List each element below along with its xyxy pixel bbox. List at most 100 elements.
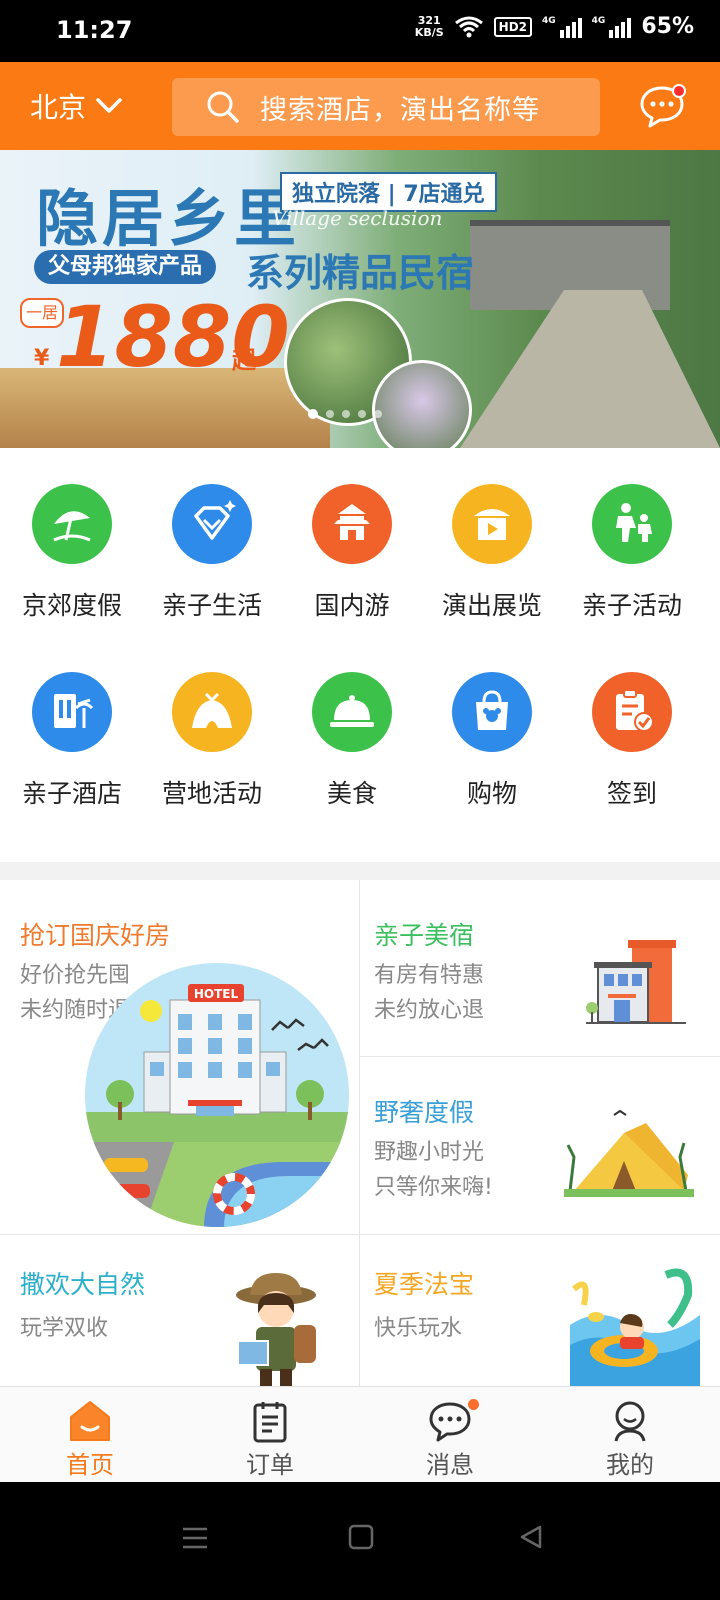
signal-2-icon: 4G	[592, 16, 632, 38]
top-bar: 北京 搜索酒店，演出名称等	[0, 62, 720, 150]
feature-subtitle-1: 玩学双收	[20, 1316, 109, 1341]
category-label: 亲子生活	[161, 591, 262, 620]
category-item[interactable]: 演出展览	[422, 484, 562, 622]
category-grid: 京郊度假 亲子生活 国内游 演出展览 亲子活动 亲子酒店 营地活动 美食 购物 …	[0, 448, 720, 862]
category-item[interactable]: 营地活动	[142, 672, 282, 810]
search-input[interactable]: 搜索酒店，演出名称等	[172, 78, 600, 136]
category-item[interactable]: 亲子酒店	[2, 672, 142, 810]
order-list-icon	[253, 1402, 287, 1443]
banner-pill: 父母邦独家产品	[34, 250, 217, 284]
message-icon	[429, 1402, 471, 1442]
temple-icon	[312, 484, 392, 564]
hotel-illustration: HOTEL	[85, 963, 349, 1227]
food-cloche-icon	[312, 672, 392, 752]
category-label: 亲子活动	[581, 591, 682, 620]
unread-badge	[468, 1399, 479, 1410]
city-selector[interactable]: 北京	[30, 86, 122, 126]
menu-icon[interactable]	[182, 1526, 208, 1550]
tab-label: 首页	[66, 1451, 114, 1479]
sun-decoration	[140, 1000, 162, 1022]
banner-stone-path	[460, 290, 720, 448]
network-speed-unit: KB/S	[414, 25, 444, 39]
bottom-tab-bar: 首页 订单 消息 我的	[0, 1386, 720, 1482]
status-bar: 11:27 321 KB/S HD2 4G 4G 65%	[0, 0, 720, 62]
category-item[interactable]: 京郊度假	[2, 484, 142, 622]
category-item[interactable]: 签到	[562, 672, 702, 810]
tab-label: 消息	[426, 1451, 474, 1479]
category-item[interactable]: 购物	[422, 672, 562, 810]
status-indicators: 321 KB/S HD2 4G 4G 65%	[415, 14, 694, 39]
feature-subtitle-1: 快乐玩水	[374, 1316, 463, 1341]
profile-icon	[614, 1401, 646, 1442]
beach-umbrella-icon	[32, 484, 112, 564]
feature-subtitle-2: 未约放心退	[374, 998, 485, 1023]
tab-label: 订单	[246, 1451, 294, 1479]
banner-currency: ¥	[34, 346, 50, 371]
battery-level: 65%	[641, 14, 694, 39]
hd-badge: HD2	[493, 16, 533, 37]
swim-illustration	[570, 1268, 700, 1386]
category-label: 演出展览	[441, 591, 542, 620]
banner-dot[interactable]	[326, 410, 334, 418]
chat-message-icon[interactable]	[638, 82, 686, 130]
feature-title: 夏季法宝	[374, 1270, 475, 1299]
feature-card-family-stay[interactable]: 亲子美宿 有房有特惠 未约放心退	[360, 880, 720, 1056]
banner-pagination	[308, 409, 382, 419]
diamond-icon	[172, 484, 252, 564]
banner-price-suffix: 起	[232, 346, 256, 374]
tab-home[interactable]: 首页	[30, 1395, 150, 1480]
category-item[interactable]: 美食	[282, 672, 422, 810]
status-time: 11:27	[56, 16, 133, 44]
category-item[interactable]: 亲子生活	[142, 484, 282, 622]
back-triangle-icon[interactable]	[518, 1524, 544, 1550]
feature-card-nature[interactable]: 撒欢大自然 玩学双收	[0, 1235, 359, 1386]
category-item[interactable]: 国内游	[282, 484, 422, 622]
banner-dot[interactable]	[308, 409, 318, 419]
feature-subtitle-1: 野趣小时光	[374, 1140, 485, 1165]
category-label: 京郊度假	[21, 591, 122, 620]
network-speed-value: 321	[417, 13, 441, 27]
feature-card-summer[interactable]: 夏季法宝 快乐玩水	[360, 1235, 720, 1386]
banner-photo-swing	[372, 360, 472, 448]
explorer-illustration	[236, 1273, 316, 1386]
category-label: 国内游	[314, 591, 390, 620]
banner-dot[interactable]	[358, 410, 366, 418]
shopping-bag-icon	[452, 672, 532, 752]
category-label: 亲子酒店	[21, 779, 122, 808]
tent-illustration	[564, 1109, 694, 1197]
category-label: 营地活动	[161, 779, 262, 808]
banner-english: Village seclusion	[272, 206, 443, 230]
category-label: 美食	[326, 779, 377, 808]
home-square-icon[interactable]	[348, 1524, 374, 1550]
banner-dot[interactable]	[374, 410, 382, 418]
category-label: 签到	[606, 779, 657, 808]
building-illustration	[586, 940, 686, 1024]
category-item[interactable]: 亲子活动	[562, 484, 702, 622]
tab-label: 我的	[606, 1451, 654, 1479]
feature-title: 抢订国庆好房	[20, 921, 171, 950]
system-navigation-bar	[0, 1482, 720, 1600]
svg-text:HOTEL: HOTEL	[194, 987, 239, 1001]
tab-orders[interactable]: 订单	[210, 1395, 330, 1480]
feature-subtitle-2: 只等你来嗨!	[374, 1175, 493, 1200]
promo-banner[interactable]: 隐居乡里 独立院落 | 7店通兑 Village seclusion 父母邦独家…	[0, 150, 720, 448]
parent-child-icon	[592, 484, 672, 564]
hotel-palm-icon	[32, 672, 112, 752]
feature-card-national-day[interactable]: 抢订国庆好房 好价抢先囤 未约随时退 HOTEL	[0, 880, 359, 1234]
tab-messages[interactable]: 消息	[390, 1395, 510, 1480]
wifi-icon	[454, 16, 483, 37]
banner-dot[interactable]	[342, 410, 350, 418]
home-icon	[70, 1401, 110, 1441]
category-label: 购物	[466, 779, 517, 808]
chevron-down-icon	[96, 98, 122, 113]
feature-section: 抢订国庆好房 好价抢先囤 未约随时退 HOTEL 亲子美宿 有房有特惠 未约放心…	[0, 880, 720, 1386]
search-placeholder: 搜索酒店，演出名称等	[260, 94, 540, 126]
feature-card-glamping[interactable]: 野奢度假 野趣小时光 只等你来嗨!	[360, 1057, 720, 1234]
camp-tent-icon	[172, 672, 252, 752]
checkin-clipboard-icon	[592, 672, 672, 752]
search-icon	[207, 91, 239, 123]
tab-profile[interactable]: 我的	[570, 1395, 690, 1480]
city-label: 北京	[30, 91, 87, 124]
feature-title: 亲子美宿	[374, 921, 475, 950]
feature-subtitle-1: 有房有特惠	[374, 963, 485, 988]
